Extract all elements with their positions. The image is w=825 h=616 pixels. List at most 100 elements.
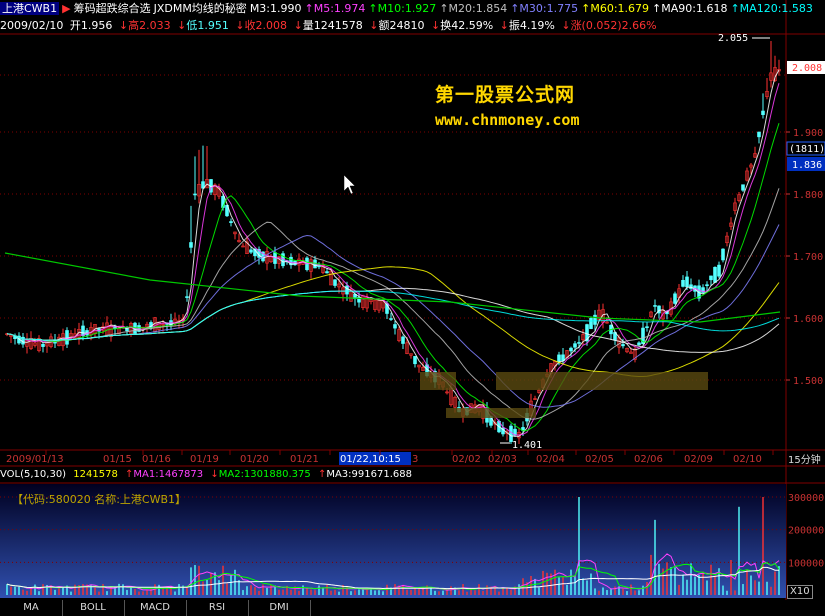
volume-title: VOL(5,10,30) <box>0 469 67 480</box>
ma-value: ↑M60:1.679 <box>581 2 650 15</box>
ma-value: ↑M10:1.927 <box>368 2 437 15</box>
candle-body <box>637 342 641 346</box>
tab-rsi[interactable]: RSI <box>186 600 249 616</box>
candle-body <box>325 271 329 274</box>
candle-body <box>557 354 561 362</box>
candle-body <box>189 242 193 248</box>
down-arrow-icon: ↓ <box>293 19 303 32</box>
time-axis-label: 02/02 <box>452 454 481 465</box>
chip-zone <box>446 408 536 418</box>
indicator-tabs: MA BOLL MACD RSI DMI <box>0 600 825 616</box>
candle-body <box>193 193 197 196</box>
quote-amplitude: 振4.19% <box>508 19 555 32</box>
quote-close: 收2.008 <box>244 19 288 32</box>
ma-value: ↑M30:1.775 <box>510 2 579 15</box>
play-arrow-icon[interactable]: ▶ <box>62 2 70 15</box>
current-price-label: 2.008 <box>792 63 822 74</box>
volume-ma2: MA2:1301880.375 <box>218 469 311 480</box>
candle-body <box>389 318 393 320</box>
candle-body <box>577 342 581 344</box>
candle-body <box>569 347 573 352</box>
candle-body <box>653 305 657 307</box>
ma-value: ↑MA120:1.583 <box>730 2 813 15</box>
volume-value: 1241578 <box>73 469 118 480</box>
candle-body <box>229 221 233 223</box>
chart-canvas[interactable]: 1.900 1.800 1.700 1.600 1.500 2.008 (1811) 1.83… <box>0 0 825 616</box>
indicator-header: 上港CWB1 ▶ 筹码超跌综合选 JXDMM均线的秘密 M3:1.990 ↑M5:1.97… <box>0 0 825 18</box>
chip-zone <box>496 372 708 390</box>
candle-body <box>713 266 717 283</box>
candle-body <box>317 265 321 268</box>
candle-body <box>717 264 721 277</box>
time-axis-label: 02/05 <box>585 454 614 465</box>
candle-body <box>681 280 685 287</box>
down-arrow-icon: ↓ <box>177 19 187 32</box>
count-label: (1811) <box>789 144 825 155</box>
candle-body <box>593 314 597 325</box>
quote-date: 2009/02/10 <box>0 19 64 32</box>
candle-body <box>249 249 253 253</box>
quote-amount: 额24810 <box>378 19 425 32</box>
volume-ma3: MA3:991671.688 <box>326 469 412 480</box>
candle-body <box>741 184 745 191</box>
down-arrow-icon: ↓ <box>499 19 509 32</box>
time-axis-label: 01/22,10:15 <box>340 454 401 465</box>
quote-volume: 量1241578 <box>302 19 363 32</box>
quote-change: 涨(0.052)2.66% <box>570 19 657 32</box>
tab-ma[interactable]: MA <box>0 600 63 616</box>
watermark-url: www.chnmoney.com <box>435 111 580 129</box>
price-tick-label: 1.800 <box>793 190 823 201</box>
candle-body <box>401 336 405 344</box>
time-axis-label: 01/20 <box>240 454 269 465</box>
ma-value: ↑MA90:1.618 <box>652 2 728 15</box>
scale-button[interactable]: X10 <box>787 585 813 599</box>
time-axis-label: 01/15 <box>103 454 132 465</box>
time-axis-label: 2009/01/13 <box>6 454 64 465</box>
down-arrow-icon: ↓ <box>118 19 129 32</box>
tab-boll[interactable]: BOLL <box>62 600 125 616</box>
candle-body <box>709 275 713 281</box>
low-price-label: 1.401 <box>512 440 542 451</box>
mouse-pointer-icon <box>343 174 356 195</box>
time-axis-label: 02/10 <box>733 454 762 465</box>
candle-body <box>673 293 677 304</box>
quote-open: 开1.956 <box>69 19 113 32</box>
time-axis-label: 02/09 <box>684 454 713 465</box>
volume-header: VOL(5,10,30) 1241578 ↑MA1:1467873 ↓MA2:1… <box>0 467 825 483</box>
time-axis-label: 02/04 <box>536 454 565 465</box>
indicator-name[interactable]: 筹码超跌综合选 <box>74 2 151 15</box>
time-axis-label: 02/03 <box>488 454 517 465</box>
candle-body <box>393 324 397 329</box>
ma-value: M3:1.990 <box>249 2 302 15</box>
tab-dmi[interactable]: DMI <box>248 600 311 616</box>
cursor-price-label: 1.836 <box>792 160 822 171</box>
candle-body <box>757 131 761 138</box>
ma-values: M3:1.990 ↑M5:1.974 ↑M10:1.927 ↑M20:1.854 ↑M3… <box>250 2 816 15</box>
candle-body <box>685 276 689 288</box>
quote-bar: 2009/02/10 开1.956 ↓高2.033 ↓低1.951 ↓收2.00… <box>0 18 825 34</box>
quote-turnover: 换42.59% <box>440 19 494 32</box>
candle-body <box>621 344 625 347</box>
period-label: 15分钟 <box>788 453 821 466</box>
time-axis-label: 3 <box>412 454 418 465</box>
volume-ma1: MA1:1467873 <box>133 469 204 480</box>
candle-body <box>185 296 189 298</box>
quote-low: 低1.951 <box>186 19 229 32</box>
down-arrow-icon: ↓ <box>369 19 379 32</box>
candle-body <box>761 110 765 115</box>
candle-body <box>589 318 593 329</box>
symbol-name[interactable]: 上港CWB1 <box>0 2 60 15</box>
time-axis-label: 02/06 <box>634 454 663 465</box>
watermark-title: 第一股票公式网 <box>435 84 576 106</box>
tab-macd[interactable]: MACD <box>124 600 187 616</box>
volume-tick-label: 200000 <box>788 526 824 537</box>
price-tick-label: 1.600 <box>793 314 823 325</box>
watermark: 第一股票公式网 www.chnmoney.com <box>435 80 580 129</box>
ma-value: ↑M20:1.854 <box>439 2 508 15</box>
down-arrow-icon: ↓ <box>210 469 219 480</box>
ma-line <box>4 252 781 323</box>
candle-body <box>721 248 725 261</box>
candle-body <box>65 330 69 345</box>
candle-body <box>573 343 577 348</box>
time-axis-label: 01/19 <box>190 454 219 465</box>
